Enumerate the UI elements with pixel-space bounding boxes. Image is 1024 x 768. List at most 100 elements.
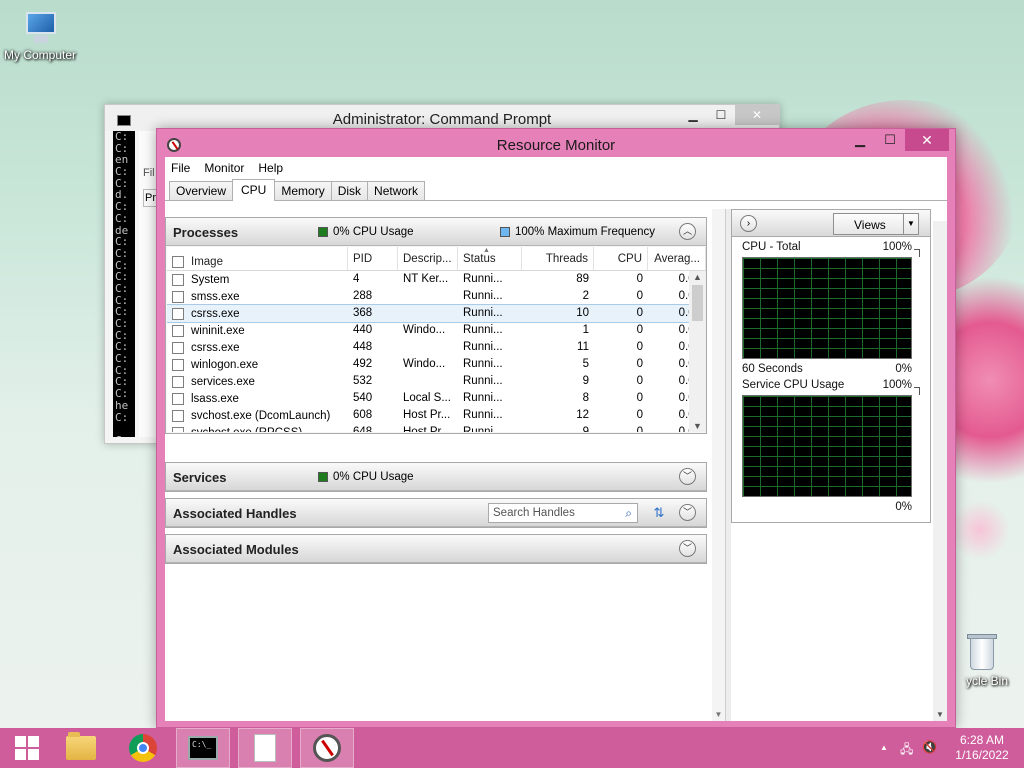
services-header[interactable]: Services 0% CPU Usage ﹀ xyxy=(166,463,706,491)
desktop-icon-my-computer[interactable]: My Computer xyxy=(0,10,80,62)
taskbar-command-prompt[interactable]: C:\_ xyxy=(176,728,230,768)
search-icon[interactable]: ⌕ xyxy=(625,506,632,521)
column-header-description[interactable]: Descrip... xyxy=(398,247,458,270)
process-row[interactable]: winlogon.exe492Windo...Runni...500.00 xyxy=(167,356,706,373)
process-pid-cell: 448 xyxy=(353,341,373,353)
taskbar-file-explorer[interactable] xyxy=(54,728,108,768)
process-row[interactable]: svchost.exe (RPCSS) 648 Host Pr... Runni...… xyxy=(167,424,706,432)
process-checkbox[interactable] xyxy=(172,358,184,371)
left-pane-scrollbar[interactable]: ▼ xyxy=(712,209,725,721)
cmd-minimize-button[interactable]: ▁ xyxy=(679,105,707,125)
scroll-up-arrow-icon[interactable]: ▲ xyxy=(689,272,706,282)
rm-close-button[interactable]: ✕ xyxy=(905,129,949,151)
processes-header[interactable]: Processes 0% CPU Usage 100% Maximum Freq… xyxy=(166,218,706,246)
menu-monitor[interactable]: Monitor xyxy=(204,161,244,175)
menu-file[interactable]: File xyxy=(171,161,190,175)
collapse-pane-arrow-icon[interactable]: › xyxy=(740,215,757,232)
column-header-status[interactable]: Status xyxy=(458,247,522,270)
expand-chevron-down-icon[interactable]: ﹀ xyxy=(679,504,696,521)
process-row[interactable]: svchost.exe (DcomLaunch) 608 Host Pr... Run… xyxy=(167,407,706,424)
taskbar-resource-monitor[interactable] xyxy=(300,728,354,768)
scroll-down-arrow-icon[interactable]: ▼ xyxy=(689,421,706,431)
rm-minimize-button[interactable]: ▁ xyxy=(845,129,875,151)
sort-caret-icon: ▲ xyxy=(483,247,490,254)
column-header-pid[interactable]: PID xyxy=(348,247,398,270)
resource-monitor-window[interactable]: Resource Monitor ▁ ☐ ✕ File Monitor Help… xyxy=(156,128,956,728)
clock-time: 6:28 AM xyxy=(959,733,1005,747)
dropdown-arrow-icon[interactable]: ▼ xyxy=(903,214,918,234)
column-header-image[interactable]: Image xyxy=(167,247,348,270)
tab-disk[interactable]: Disk xyxy=(330,181,369,200)
process-row[interactable]: System4NT Ker...Runni...8900.00 xyxy=(167,271,706,288)
process-pid-cell: 648 xyxy=(353,426,373,432)
search-handles-input[interactable]: Search Handles ⌕ xyxy=(488,503,638,523)
processes-max-frequency: 100% Maximum Frequency xyxy=(500,226,655,238)
process-checkbox[interactable] xyxy=(172,307,184,320)
associated-handles-header[interactable]: Associated Handles Search Handles ⌕ ⇅ ﹀ xyxy=(166,499,706,527)
services-title: Services xyxy=(173,470,227,485)
process-status-cell: Runni... xyxy=(463,409,503,421)
process-cpu-cell: 0 xyxy=(636,307,643,319)
process-checkbox[interactable] xyxy=(172,341,184,354)
scroll-down-arrow-icon[interactable]: ▼ xyxy=(712,710,725,719)
tab-cpu[interactable]: CPU xyxy=(232,179,276,201)
process-checkbox[interactable] xyxy=(172,290,184,303)
process-checkbox[interactable] xyxy=(172,324,184,337)
expand-chevron-down-icon[interactable]: ﹀ xyxy=(679,468,696,485)
processes-scrollbar[interactable]: ▲ ▼ xyxy=(689,271,706,432)
process-threads-cell: 9 xyxy=(582,375,589,387)
process-row[interactable]: services.exe532Runni...900.00 xyxy=(167,373,706,390)
cmd-console-output[interactable]: C: C: en C: C: d. C: C: de C: C: C: C: C: C: C: C: C: C: C:… xyxy=(113,131,135,437)
taskbar-document[interactable] xyxy=(238,728,292,768)
graph-service-cpu-max: 100% xyxy=(882,379,912,391)
process-row[interactable]: csrss.exe448Runni...1100.00 xyxy=(167,339,706,356)
expand-chevron-down-icon[interactable]: ﹀ xyxy=(679,540,696,557)
process-row[interactable]: smss.exe288Runni...200.00 xyxy=(167,288,706,305)
process-checkbox[interactable] xyxy=(172,375,184,388)
tab-network[interactable]: Network xyxy=(367,181,426,200)
taskbar-clock[interactable]: 6:28 AM 1/16/2022 xyxy=(952,733,1012,763)
process-row[interactable]: wininit.exe440Windo...Runni...100.00 xyxy=(167,322,706,339)
select-all-checkbox[interactable] xyxy=(172,255,184,268)
process-threads-cell: 1 xyxy=(582,324,589,336)
process-cpu-cell: 0 xyxy=(636,409,643,421)
process-row[interactable]: csrss.exe368Runni...1000.00 xyxy=(167,304,706,323)
column-header-cpu[interactable]: CPU xyxy=(594,247,648,270)
graph-cpu-total-max: 100% xyxy=(882,241,912,253)
processes-table-body: System4NT Ker...Runni...8900.00smss.exe2… xyxy=(167,271,706,432)
process-checkbox[interactable] xyxy=(172,409,184,422)
graph-service-cpu xyxy=(742,395,912,497)
menu-help[interactable]: Help xyxy=(258,161,283,175)
rm-title-bar[interactable]: Resource Monitor ▁ ☐ ✕ xyxy=(157,129,955,157)
refresh-icon[interactable]: ⇅ xyxy=(650,504,668,522)
process-pid-cell: 368 xyxy=(353,307,373,319)
network-icon[interactable]: 🖧 xyxy=(900,740,913,761)
views-button[interactable]: Views ▼ xyxy=(833,213,919,235)
process-checkbox[interactable] xyxy=(172,426,184,432)
tab-overview[interactable]: Overview xyxy=(169,181,234,200)
scroll-down-arrow-icon[interactable]: ▼ xyxy=(933,710,947,719)
start-button[interactable] xyxy=(0,728,54,768)
tab-memory[interactable]: Memory xyxy=(274,181,332,200)
green-square-icon xyxy=(318,227,328,237)
show-hidden-icons-chevron-icon[interactable]: ▲ xyxy=(880,743,888,752)
column-header-threads[interactable]: Threads xyxy=(522,247,594,270)
volume-muted-icon[interactable]: 🔇 xyxy=(922,740,937,754)
cmd-close-button[interactable]: ✕ xyxy=(735,105,779,125)
process-checkbox[interactable] xyxy=(172,392,184,405)
cpu-tab-left-pane: Processes 0% CPU Usage 100% Maximum Freq… xyxy=(165,209,725,721)
process-image-cell: svchost.exe (DcomLaunch) xyxy=(167,407,348,424)
cmd-maximize-button[interactable]: ☐ xyxy=(707,105,735,125)
process-row[interactable]: lsass.exe540Local S...Runni...800.00 xyxy=(167,390,706,407)
process-checkbox[interactable] xyxy=(172,273,184,286)
column-header-average-cpu[interactable]: Averag... xyxy=(648,247,706,270)
process-status-cell: Runni... xyxy=(463,324,503,336)
scroll-thumb[interactable] xyxy=(692,285,703,321)
collapse-chevron-up-icon[interactable]: ︿ xyxy=(679,223,696,240)
rm-maximize-button[interactable]: ☐ xyxy=(875,129,905,151)
process-status-cell: Runni... xyxy=(463,392,503,404)
process-status-cell: Runni... xyxy=(463,375,503,387)
associated-modules-header[interactable]: Associated Modules ﹀ xyxy=(166,535,706,563)
taskbar-chrome[interactable] xyxy=(116,728,170,768)
graphs-scrollbar[interactable]: ▼ xyxy=(933,221,947,721)
